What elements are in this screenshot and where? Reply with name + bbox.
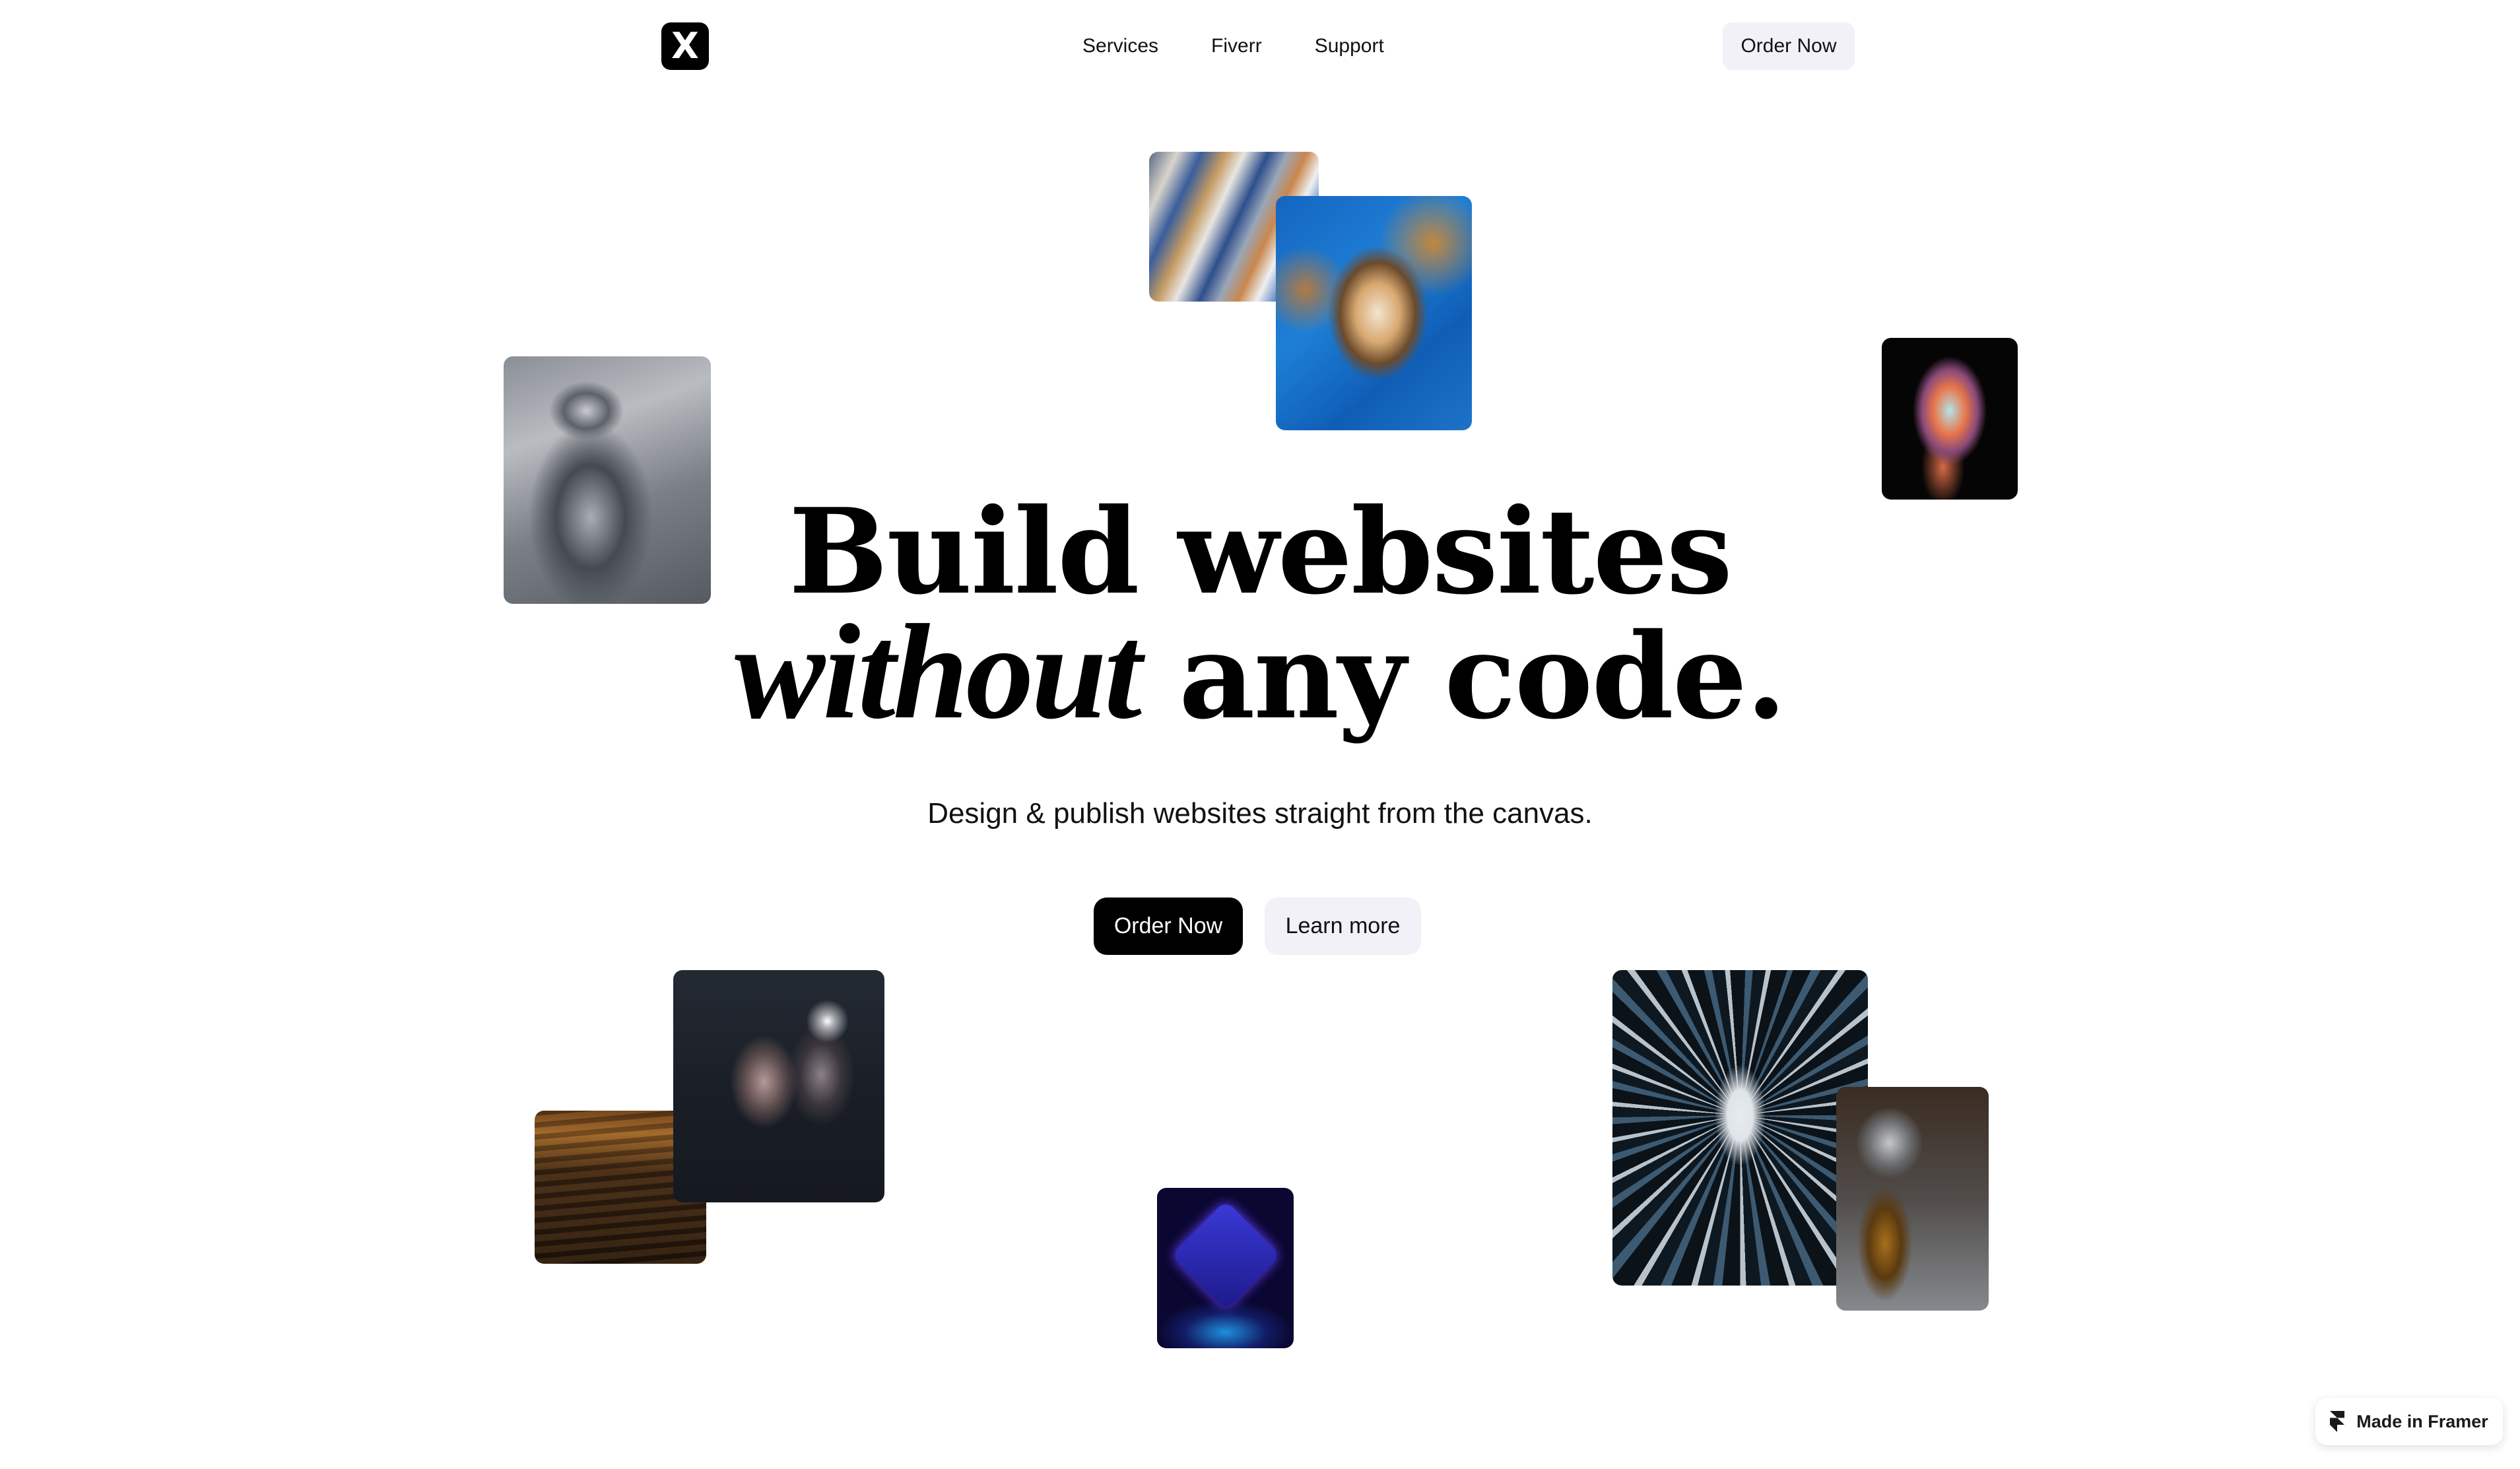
dark-pyramids-image: [673, 970, 884, 1202]
headline-line-2: without any code.: [0, 604, 2520, 740]
order-now-button[interactable]: Order Now: [1094, 898, 1243, 955]
headline-italic-word: without: [734, 596, 1142, 747]
ia-diamond-emblem: [1170, 1200, 1280, 1310]
glass-figure-image: [1836, 1087, 1989, 1311]
holographic-head-image: [1882, 338, 2018, 500]
hero-subtitle: Design & publish websites straight from …: [927, 797, 1593, 830]
made-in-framer-badge[interactable]: Made in Framer: [2315, 1398, 2503, 1445]
badge-label: Made in Framer: [2356, 1411, 2488, 1431]
learn-more-button[interactable]: Learn more: [1265, 898, 1421, 955]
spiral-architecture-image: [1612, 970, 1868, 1286]
main-nav: Services Fiverr Support: [1082, 33, 1384, 59]
headline-line-1: Build websites: [789, 482, 1733, 620]
header-order-now-button[interactable]: Order Now: [1723, 22, 1855, 70]
hero-headline: Build websites without any code.: [0, 482, 2520, 740]
logo-x-icon: X: [671, 25, 699, 67]
framer-icon: [2330, 1411, 2345, 1432]
blue-crystal-image: [1276, 196, 1472, 430]
logo[interactable]: X: [661, 22, 709, 70]
headline-line-2-rest: any code.: [1139, 607, 1787, 745]
nav-support[interactable]: Support: [1315, 33, 1384, 59]
nav-fiverr[interactable]: Fiverr: [1211, 33, 1262, 59]
ia-mask-image: [1157, 1188, 1294, 1348]
nav-services[interactable]: Services: [1082, 33, 1158, 59]
